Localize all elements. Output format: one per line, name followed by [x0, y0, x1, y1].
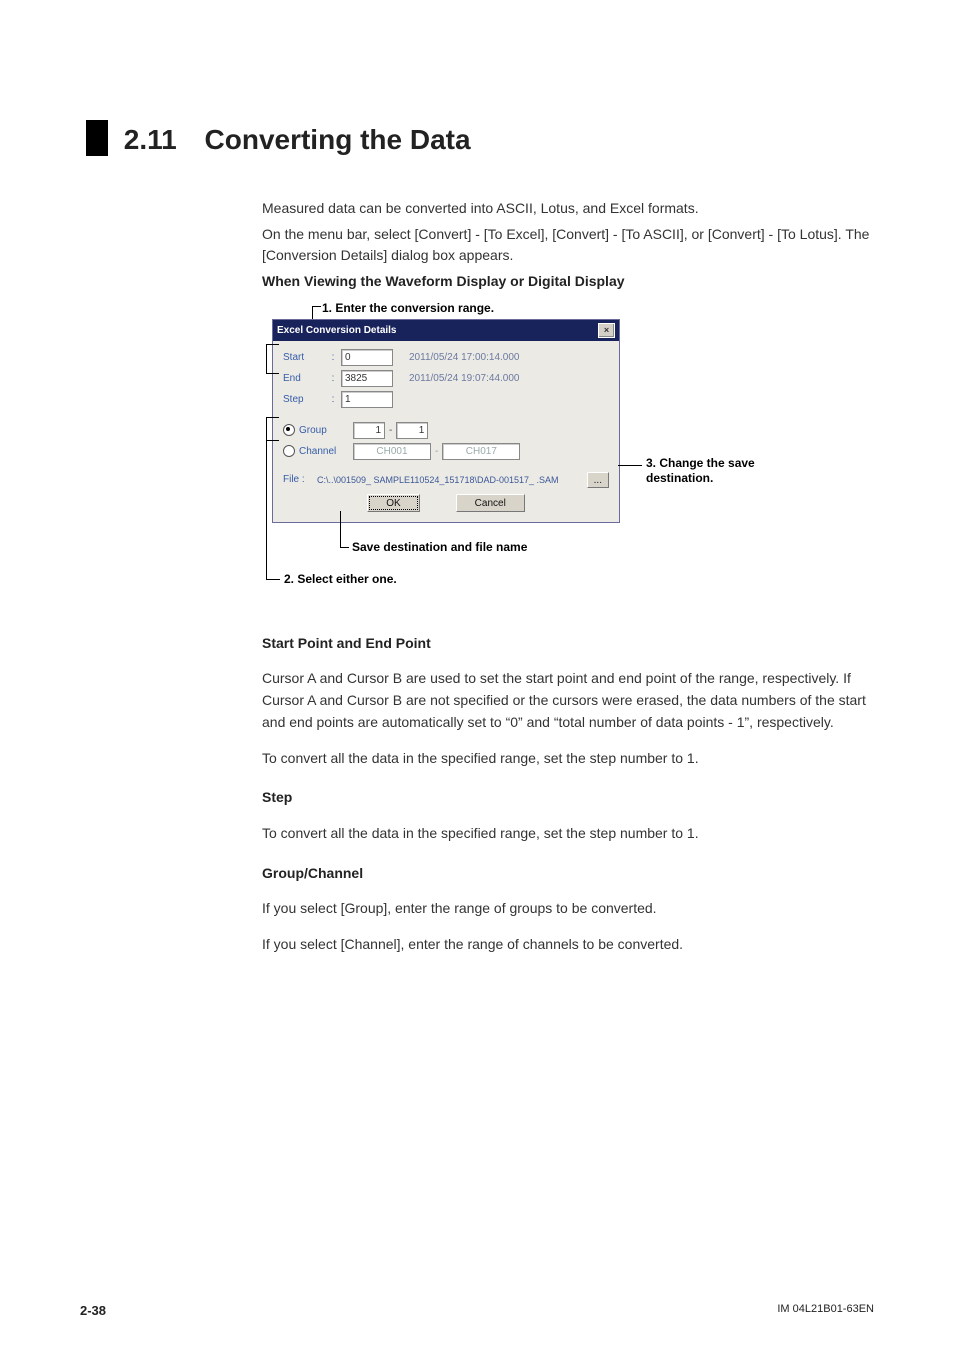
channel-from: CH001: [353, 443, 431, 460]
step-heading: Step: [262, 787, 874, 809]
group-label: Group: [299, 425, 349, 436]
section-title: Converting the Data: [205, 124, 471, 155]
cancel-button[interactable]: Cancel: [456, 494, 525, 512]
doc-id: IM 04L21B01-63EN: [777, 1303, 874, 1318]
callout-2: 2. Select either one.: [284, 572, 397, 586]
dash-label: -: [389, 425, 392, 436]
bracket-line: [312, 306, 321, 315]
callout-1: 1. Enter the conversion range.: [322, 301, 494, 315]
step-input[interactable]: 1: [341, 391, 393, 408]
end-label: End: [283, 373, 325, 384]
file-path: C:\..\001509_ SAMPLE110524_151718\DAD-00…: [317, 475, 583, 485]
callout-line: [618, 465, 642, 466]
gc-p1: If you select [Group], enter the range o…: [262, 898, 874, 920]
step-p: To convert all the data in the specified…: [262, 823, 874, 845]
page-footer: 2-38 IM 04L21B01-63EN: [80, 1303, 874, 1318]
channel-to: CH017: [442, 443, 520, 460]
callout-3: 3. Change the save destination.: [646, 456, 755, 487]
start-timestamp: 2011/05/24 17:00:14.000: [409, 352, 519, 363]
channel-radio[interactable]: [283, 445, 295, 457]
group-to-input[interactable]: 1: [396, 422, 428, 439]
bracket-line: [266, 439, 267, 579]
close-icon[interactable]: ×: [598, 323, 615, 338]
bracket-line: [340, 511, 341, 529]
browse-button[interactable]: ...: [587, 472, 609, 488]
channel-label: Channel: [299, 446, 349, 457]
file-label: File :: [283, 474, 313, 485]
groupchannel-heading: Group/Channel: [262, 863, 874, 885]
bracket-range: [266, 344, 279, 374]
startpoint-p1: Cursor A and Cursor B are used to set th…: [262, 668, 874, 733]
conversion-dialog: Excel Conversion Details × Start : 0 201…: [272, 319, 620, 523]
dialog-title: Excel Conversion Details: [277, 325, 397, 336]
gc-p2: If you select [Channel], enter the range…: [262, 934, 874, 956]
start-label: Start: [283, 352, 325, 363]
end-timestamp: 2011/05/24 19:07:44.000: [409, 373, 519, 384]
callout-3b: destination.: [646, 471, 713, 485]
page-number: 2-38: [80, 1303, 106, 1318]
group-radio[interactable]: [283, 424, 295, 436]
bracket-select: [266, 417, 279, 441]
dialog-titlebar[interactable]: Excel Conversion Details ×: [273, 320, 619, 341]
callout-3a: 3. Change the save: [646, 456, 755, 470]
page-heading: 2.11 Converting the Data: [86, 120, 874, 156]
intro-p1: Measured data can be converted into ASCI…: [262, 198, 874, 220]
group-from-input[interactable]: 1: [353, 422, 385, 439]
startpoint-p2: To convert all the data in the specified…: [262, 748, 874, 770]
dash-label-disabled: -: [435, 446, 438, 457]
save-destination-label: Save destination and file name: [352, 540, 527, 554]
end-input[interactable]: 3825: [341, 370, 393, 387]
start-input[interactable]: 0: [341, 349, 393, 366]
when-heading: When Viewing the Waveform Display or Dig…: [262, 271, 874, 293]
bracket-line: [340, 529, 349, 548]
heading-block: [86, 120, 108, 156]
ok-button[interactable]: OK: [367, 494, 419, 512]
startpoint-heading: Start Point and End Point: [262, 633, 874, 655]
section-number: 2.11: [124, 124, 177, 155]
step-label: Step: [283, 394, 325, 405]
callout-line: [266, 579, 280, 580]
intro-p2: On the menu bar, select [Convert] - [To …: [262, 224, 874, 267]
intro-text: Measured data can be converted into ASCI…: [262, 198, 874, 293]
